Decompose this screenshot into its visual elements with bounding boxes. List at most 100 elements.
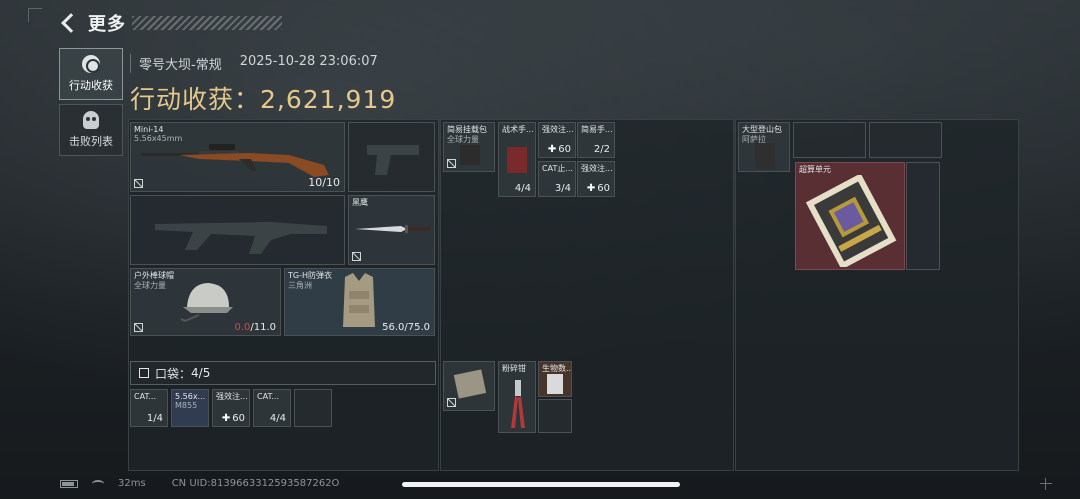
pocket-item[interactable]: 强效注... ✚ 60	[212, 389, 250, 427]
loot-value: 2,621,919	[260, 85, 397, 114]
pocket-item-sub: M855	[175, 401, 198, 410]
pocket-item-count: 4/4	[269, 413, 286, 424]
match-meta: 零号大坝-常规 2025-10-28 23:06:07	[130, 54, 378, 73]
rig-item-name: 强效注...	[581, 164, 613, 173]
pocket-item-name: 5.56x...	[175, 392, 206, 401]
rig-item[interactable]: 简易手... 2/2	[577, 122, 615, 158]
rifle-silhouette-icon	[155, 222, 327, 254]
pocket-item-name: CAT...	[134, 392, 157, 401]
ping: 32ms	[118, 478, 146, 489]
knife-icon	[355, 225, 430, 233]
wifi-icon	[92, 479, 104, 488]
backpack-cell-empty[interactable]	[793, 122, 866, 158]
secondary-weapon-slot-empty[interactable]	[130, 195, 345, 265]
rig-item[interactable]: 强效注... ✚ 60	[538, 122, 576, 158]
corner-bracket	[28, 8, 42, 22]
helmet-durability: 0.0/11.0	[234, 322, 276, 333]
emblem-icon	[82, 55, 100, 73]
top-bar: 更多	[58, 10, 282, 36]
pocket-slot-empty[interactable]	[294, 389, 332, 427]
lock-icon	[447, 159, 456, 168]
helmet-sub: 全球力量	[134, 281, 166, 290]
rig-item-count: 2/2	[593, 144, 610, 155]
rig-item-count: ✚ 60	[587, 183, 610, 194]
plus-corner-icon	[1040, 478, 1052, 490]
rig-item-name: 简易手...	[581, 125, 613, 134]
rig-name: 简易挂载包	[447, 125, 487, 134]
plus-icon: ✚	[221, 413, 231, 424]
uid: CN UID:8139663312593587262O	[171, 478, 340, 489]
tab-kills-label: 击败列表	[69, 135, 113, 148]
pocket-item-count: 1/4	[146, 413, 163, 424]
rig-item-name: 战术手...	[502, 125, 534, 134]
rig-item-name: CAT止...	[542, 164, 573, 173]
helmet-durability-max: /11.0	[250, 322, 276, 333]
rig-sub: 全球力量	[447, 135, 479, 144]
status-bar: 32ms CN UID:8139663312593587262O	[60, 478, 339, 489]
armor-name: TG-H防弹衣	[288, 271, 332, 280]
rig-container-slot[interactable]: 简易挂载包 全球力量	[443, 122, 495, 172]
helmet-slot[interactable]: 户外棒球帽 全球力量 0.0/11.0	[130, 268, 281, 336]
rig-item[interactable]: CAT止... 3/4	[538, 161, 576, 197]
armor-sub: 三角洲	[288, 281, 312, 290]
container-item-name: 粉碎钳	[502, 364, 526, 373]
tab-loot[interactable]: 行动收获	[59, 48, 123, 100]
helmet-durability-current: 0.0	[234, 322, 251, 333]
vest-icon	[343, 273, 375, 327]
armor-slot[interactable]: TG-H防弹衣 三角洲 56.0/75.0	[284, 268, 435, 336]
pocket-item-count: ✚ 60	[222, 413, 245, 424]
map-name: 零号大坝-常规	[139, 58, 222, 73]
pocket-bar: 口袋： 4/5	[130, 361, 436, 385]
container-item[interactable]: 粉碎钳	[498, 361, 536, 433]
melee-name: 黑鹰	[352, 198, 368, 207]
backpack-slot[interactable]: 大型登山包 阿萨拉	[738, 122, 790, 172]
melee-slot[interactable]: 黑鹰	[348, 195, 435, 265]
pocket-item[interactable]: CAT... 4/4	[253, 389, 291, 427]
backpack-item-rare[interactable]: 超算单元	[795, 162, 905, 270]
loot-label: 行动收获：	[130, 85, 261, 114]
rig-icon	[460, 145, 480, 165]
rig-item-count: ✚ 60	[548, 144, 571, 155]
pocket-item[interactable]: CAT... 1/4	[130, 389, 168, 427]
lock-icon	[352, 252, 361, 261]
pocket-item-count-value: 60	[232, 413, 245, 424]
pocket-count: 4/5	[191, 366, 211, 380]
lock-icon	[134, 323, 143, 332]
skull-icon	[83, 111, 99, 129]
container-slot-empty[interactable]	[538, 399, 572, 433]
rig-item[interactable]: 强效注... ✚ 60	[577, 161, 615, 197]
primary-weapon-slot[interactable]: Mini-14 5.56x45mm 10/10	[130, 122, 345, 192]
rifle-icon	[141, 144, 329, 177]
pocket-item-name: 强效注...	[216, 392, 248, 401]
plus-icon: ✚	[586, 183, 596, 194]
pocket-label: 口袋：	[155, 366, 192, 381]
back-arrow-icon[interactable]	[58, 12, 80, 34]
match-datetime: 2025-10-28 23:06:07	[239, 54, 378, 69]
rig-item[interactable]: 战术手... 4/4	[498, 122, 536, 197]
tab-loot-label: 行动收获	[69, 79, 113, 92]
loot-value-heading: 行动收获：2,621,919	[130, 80, 396, 116]
backpack-cell-empty[interactable]	[869, 122, 942, 158]
rig-item-count: 4/4	[514, 183, 531, 194]
primary-weapon-name: Mini-14	[134, 125, 164, 134]
sidearm-slot-empty[interactable]	[348, 122, 435, 192]
battery-icon	[60, 479, 78, 488]
page-title[interactable]: 更多	[88, 10, 126, 36]
container-slot[interactable]	[443, 361, 495, 411]
home-indicator[interactable]	[402, 482, 680, 487]
backpack-icon	[755, 143, 775, 169]
pocket-item[interactable]: 5.56x... M855	[171, 389, 209, 427]
biodata-icon	[547, 374, 563, 394]
backpack-item-name: 超算单元	[799, 165, 831, 174]
title-decoration	[132, 16, 282, 30]
container-item[interactable]: 生物数...	[538, 361, 572, 397]
lock-icon	[447, 398, 456, 407]
compute-unit-icon	[806, 175, 897, 267]
rig-item-count-value: 60	[597, 183, 610, 194]
pocket-icon	[139, 368, 149, 378]
tab-kills[interactable]: 击败列表	[59, 104, 123, 156]
backpack-cell-empty[interactable]	[906, 162, 940, 270]
pistol-silhouette-icon	[367, 145, 419, 175]
rig-item-count-value: 60	[558, 144, 571, 155]
primary-weapon-ammo: 10/10	[308, 176, 340, 189]
